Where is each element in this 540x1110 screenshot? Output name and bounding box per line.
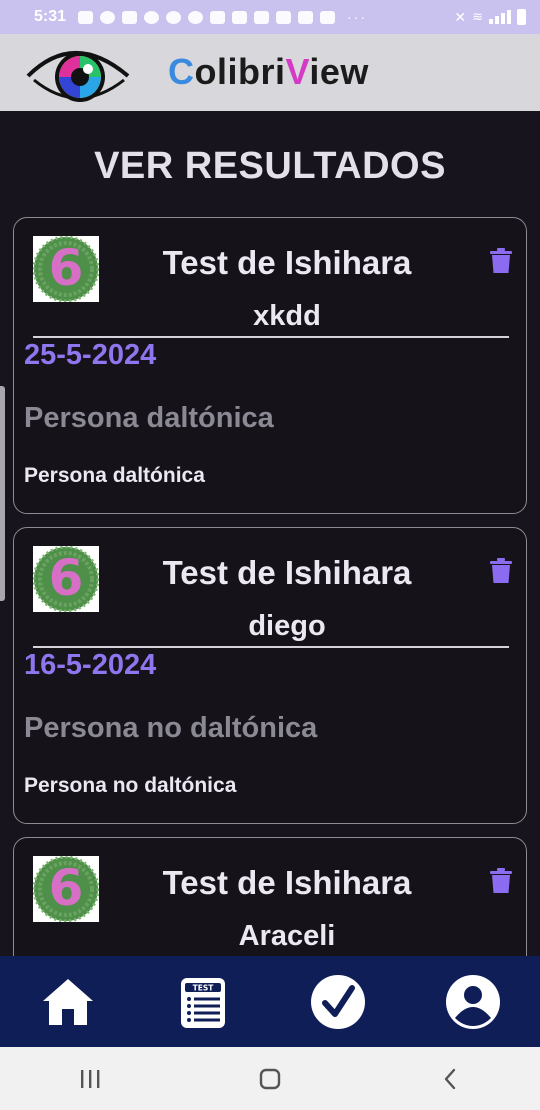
battery-icon (517, 9, 526, 25)
result-label: Persona no daltónica (24, 712, 318, 744)
ishihara-plate-image: 6 (33, 236, 99, 302)
notification-icon (78, 10, 94, 24)
whatsapp-icon (144, 10, 160, 24)
notification-icon (188, 10, 204, 24)
ishihara-plate-image: 6 (33, 546, 99, 612)
mute-icon: ✕ (454, 8, 467, 25)
svg-text:6: 6 (49, 549, 84, 607)
brand-letter-v: V (285, 51, 310, 92)
home-system-button[interactable] (180, 1047, 360, 1110)
app-header: ColibriView (0, 34, 540, 111)
notification-icon (166, 10, 182, 24)
test-name: Test de Ishihara (162, 554, 412, 591)
wifi-icon: ≋ (472, 9, 483, 24)
profile-icon (445, 974, 500, 1029)
youtube-icon (276, 10, 292, 24)
user-name: xkdd (253, 300, 321, 332)
notification-icons (78, 10, 336, 24)
chat-icon (122, 10, 138, 24)
test-list-icon: TEST (180, 977, 225, 1028)
system-status-icons: ✕ ≋ (454, 9, 526, 26)
notification-icon (232, 10, 248, 24)
delete-trash-icon[interactable] (490, 248, 512, 274)
system-navigation-bar (0, 1047, 540, 1110)
status-bar: 5:31 ··· ✕ ≋ (0, 0, 540, 34)
eye-logo-icon (26, 51, 130, 102)
youtube-icon (298, 10, 314, 24)
results-scroll-area[interactable]: VER RESULTADOS 6 Test de Ishihara xkdd 2… (0, 111, 540, 956)
youtube-icon (320, 10, 336, 24)
test-name: Test de Ishihara (162, 864, 412, 901)
user-name: Araceli (238, 920, 336, 952)
nav-profile[interactable] (405, 956, 540, 1047)
result-date: 25-5-2024 (24, 339, 157, 371)
notification-icon (100, 10, 116, 24)
test-name: Test de Ishihara (162, 244, 412, 281)
result-label: Persona daltónica (24, 402, 274, 434)
brand-text: olibri (194, 51, 286, 92)
nav-home[interactable] (0, 956, 135, 1047)
svg-text:6: 6 (49, 859, 84, 917)
nav-results[interactable] (270, 956, 405, 1047)
back-chevron-icon (444, 1068, 456, 1089)
user-name: diego (248, 610, 326, 642)
signal-icon (489, 10, 511, 24)
status-time: 5:31 (34, 8, 67, 25)
back-button[interactable] (360, 1047, 540, 1110)
home-square-icon (259, 1068, 281, 1089)
delete-trash-icon[interactable] (490, 868, 512, 894)
delete-trash-icon[interactable] (490, 558, 512, 584)
nav-tests[interactable]: TEST (135, 956, 270, 1047)
card-divider (33, 646, 509, 648)
card-divider (33, 336, 509, 338)
edge-panel-handle[interactable] (0, 386, 5, 601)
check-icon (310, 974, 365, 1029)
result-card[interactable]: 6 Test de Ishihara Araceli (13, 837, 527, 956)
more-notifications-icon: ··· (347, 9, 368, 25)
youtube-icon (254, 10, 270, 24)
result-detail: Persona no daltónica (24, 774, 237, 797)
recent-apps-button[interactable] (0, 1047, 180, 1110)
bottom-navigation: TEST (0, 956, 540, 1047)
result-card[interactable]: 6 Test de Ishihara diego 16-5-2024 Perso… (13, 527, 527, 824)
page-title: VER RESULTADOS (94, 145, 446, 187)
home-icon (42, 978, 93, 1025)
result-card[interactable]: 6 Test de Ishihara xkdd 25-5-2024 Person… (13, 217, 527, 514)
result-detail: Persona daltónica (24, 464, 205, 487)
ishihara-plate-image: 6 (33, 856, 99, 922)
result-date: 16-5-2024 (24, 649, 157, 681)
app-brand-title: ColibriView (168, 51, 369, 93)
recent-apps-icon (81, 1069, 100, 1088)
notification-icon (210, 10, 226, 24)
brand-letter-c: C (168, 51, 195, 92)
brand-text-end: iew (309, 51, 369, 92)
svg-text:TEST: TEST (192, 983, 214, 992)
svg-text:6: 6 (49, 239, 84, 297)
